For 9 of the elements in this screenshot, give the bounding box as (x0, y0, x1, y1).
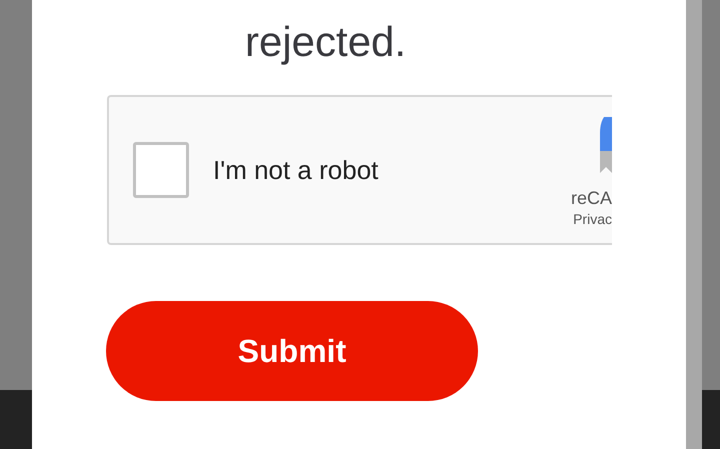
footer-bar (0, 390, 32, 449)
heading-text: rejected. (245, 18, 406, 66)
checkbox-label: I'm not a robot (213, 154, 378, 186)
checkbox[interactable] (133, 142, 189, 198)
recaptcha-text: reCA (570, 187, 612, 209)
recaptcha-logo-icon (600, 117, 612, 173)
footer-bar (702, 390, 720, 449)
privacy-link[interactable]: Privac (573, 209, 612, 229)
submit-button[interactable]: Submit (106, 301, 478, 401)
